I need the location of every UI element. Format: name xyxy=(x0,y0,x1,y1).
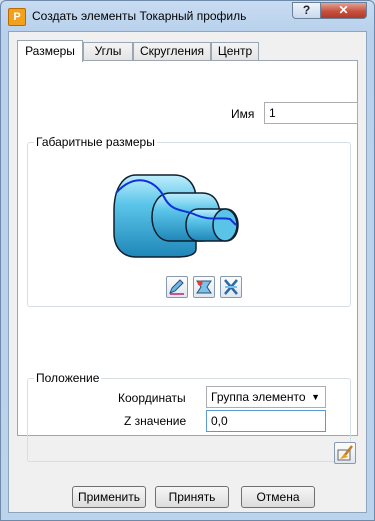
dimensions-group: Габаритные размеры xyxy=(27,135,351,307)
tab-fillets[interactable]: Скругления xyxy=(133,42,211,61)
name-label: Имя xyxy=(231,107,255,121)
z-value-label: Z значение xyxy=(124,414,187,428)
help-button[interactable]: ? xyxy=(292,2,321,19)
tab-angles[interactable]: Углы xyxy=(83,42,133,61)
close-button[interactable]: ✕ xyxy=(320,2,367,19)
tab-panel-dimensions: Имя Габаритные размеры xyxy=(17,60,358,462)
dialog-window: P Создать элементы Токарный профиль ? ✕ … xyxy=(0,0,375,521)
coordinates-label: Координаты xyxy=(118,391,186,405)
clear-form-icon[interactable] xyxy=(334,442,356,464)
window-title: Создать элементы Токарный профиль xyxy=(32,9,247,23)
apply-button[interactable]: Применить xyxy=(72,486,146,508)
profile-select-icon[interactable] xyxy=(193,276,215,298)
accept-button[interactable]: Принять xyxy=(155,486,229,508)
edit-sketch-icon[interactable] xyxy=(166,276,188,298)
dimensions-group-title: Габаритные размеры xyxy=(34,135,157,149)
turned-part-preview xyxy=(113,174,239,258)
cancel-button[interactable]: Отмена xyxy=(241,486,315,508)
coordinates-select[interactable]: Группа элементо ▼ xyxy=(206,386,326,408)
dialog-body: Размеры Углы Скругления Центр Имя Габари… xyxy=(8,31,367,513)
z-value-input[interactable] xyxy=(206,410,326,432)
profile-cut-icon[interactable] xyxy=(220,276,242,298)
title-bar[interactable]: P Создать элементы Токарный профиль ? ✕ xyxy=(1,1,374,31)
chevron-down-icon: ▼ xyxy=(311,392,320,402)
name-input[interactable] xyxy=(264,102,358,124)
position-group: Положение Координаты Группа элементо ▼ Z… xyxy=(27,371,351,462)
position-group-title: Положение xyxy=(34,371,102,385)
tab-dimensions[interactable]: Размеры xyxy=(17,40,83,62)
coordinates-value: Группа элементо xyxy=(211,390,306,404)
app-icon: P xyxy=(8,8,26,26)
tab-center[interactable]: Центр xyxy=(211,42,259,61)
